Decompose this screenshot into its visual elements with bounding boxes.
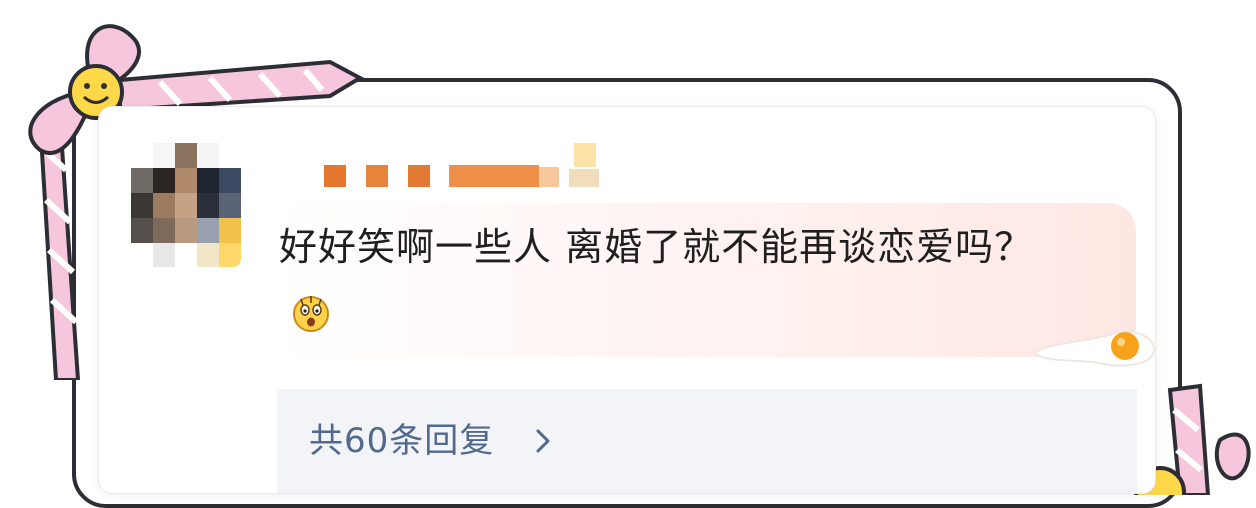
username-obscured[interactable] <box>324 143 624 195</box>
view-replies-button[interactable]: 共60条回复 <box>277 389 1137 493</box>
replies-count-label: 共60条回复 <box>309 421 495 461</box>
chevron-right-icon <box>536 429 550 453</box>
comment-text: 好好笑啊一些人 离婚了就不能再谈恋爱吗？ <box>279 225 1034 269</box>
shocked-face-icon <box>291 290 331 332</box>
comment-card: 好好笑啊一些人 离婚了就不能再谈恋爱吗？ 共60条回复 <box>98 106 1156 494</box>
comment-text-block: 好好笑啊一些人 离婚了就不能再谈恋爱吗？ <box>279 217 1079 337</box>
avatar[interactable] <box>131 143 241 267</box>
fried-egg-icon <box>1032 330 1155 367</box>
